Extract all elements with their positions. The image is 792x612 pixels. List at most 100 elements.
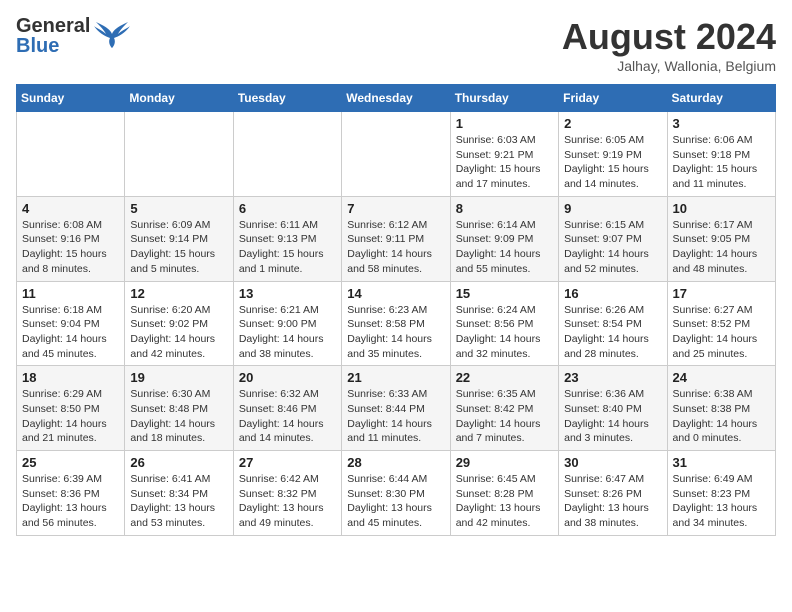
day-number: 23 bbox=[564, 370, 661, 385]
day-number: 1 bbox=[456, 116, 553, 131]
day-number: 22 bbox=[456, 370, 553, 385]
day-number: 28 bbox=[347, 455, 444, 470]
day-info: Sunrise: 6:38 AM Sunset: 8:38 PM Dayligh… bbox=[673, 387, 770, 446]
calendar-cell: 5 Sunrise: 6:09 AM Sunset: 9:14 PM Daylig… bbox=[125, 196, 233, 281]
calendar-table: SundayMondayTuesdayWednesdayThursdayFrid… bbox=[16, 84, 776, 536]
calendar-cell: 19 Sunrise: 6:30 AM Sunset: 8:48 PM Dayli… bbox=[125, 366, 233, 451]
day-number: 27 bbox=[239, 455, 336, 470]
day-header-sunday: Sunday bbox=[17, 85, 125, 112]
day-number: 29 bbox=[456, 455, 553, 470]
logo-bird-icon bbox=[94, 20, 130, 53]
day-number: 17 bbox=[673, 286, 770, 301]
day-number: 12 bbox=[130, 286, 227, 301]
calendar-cell: 28 Sunrise: 6:44 AM Sunset: 8:30 PM Dayli… bbox=[342, 451, 450, 536]
day-number: 3 bbox=[673, 116, 770, 131]
day-info: Sunrise: 6:27 AM Sunset: 8:52 PM Dayligh… bbox=[673, 303, 770, 362]
day-number: 19 bbox=[130, 370, 227, 385]
day-info: Sunrise: 6:20 AM Sunset: 9:02 PM Dayligh… bbox=[130, 303, 227, 362]
calendar-cell bbox=[342, 112, 450, 197]
calendar-cell: 16 Sunrise: 6:26 AM Sunset: 8:54 PM Dayli… bbox=[559, 281, 667, 366]
day-info: Sunrise: 6:35 AM Sunset: 8:42 PM Dayligh… bbox=[456, 387, 553, 446]
day-number: 6 bbox=[239, 201, 336, 216]
calendar-cell: 3 Sunrise: 6:06 AM Sunset: 9:18 PM Daylig… bbox=[667, 112, 775, 197]
day-info: Sunrise: 6:17 AM Sunset: 9:05 PM Dayligh… bbox=[673, 218, 770, 277]
day-info: Sunrise: 6:49 AM Sunset: 8:23 PM Dayligh… bbox=[673, 472, 770, 531]
day-info: Sunrise: 6:09 AM Sunset: 9:14 PM Dayligh… bbox=[130, 218, 227, 277]
day-info: Sunrise: 6:14 AM Sunset: 9:09 PM Dayligh… bbox=[456, 218, 553, 277]
day-info: Sunrise: 6:41 AM Sunset: 8:34 PM Dayligh… bbox=[130, 472, 227, 531]
day-info: Sunrise: 6:12 AM Sunset: 9:11 PM Dayligh… bbox=[347, 218, 444, 277]
day-number: 20 bbox=[239, 370, 336, 385]
day-number: 8 bbox=[456, 201, 553, 216]
calendar-cell: 29Sunrise: 6:45 AM Sunset: 8:28 PM Dayli… bbox=[450, 451, 558, 536]
day-number: 30 bbox=[564, 455, 661, 470]
calendar-cell: 27 Sunrise: 6:42 AM Sunset: 8:32 PM Dayli… bbox=[233, 451, 341, 536]
calendar-cell: 4Sunrise: 6:08 AM Sunset: 9:16 PM Daylig… bbox=[17, 196, 125, 281]
calendar-cell: 17 Sunrise: 6:27 AM Sunset: 8:52 PM Dayli… bbox=[667, 281, 775, 366]
day-info: Sunrise: 6:33 AM Sunset: 8:44 PM Dayligh… bbox=[347, 387, 444, 446]
calendar-cell: 15 Sunrise: 6:24 AM Sunset: 8:56 PM Dayli… bbox=[450, 281, 558, 366]
day-number: 11 bbox=[22, 286, 119, 301]
calendar-cell: 22 Sunrise: 6:35 AM Sunset: 8:42 PM Dayli… bbox=[450, 366, 558, 451]
day-info: Sunrise: 6:29 AM Sunset: 8:50 PM Dayligh… bbox=[22, 387, 119, 446]
day-info: Sunrise: 6:30 AM Sunset: 8:48 PM Dayligh… bbox=[130, 387, 227, 446]
week-row-4: 18 Sunrise: 6:29 AM Sunset: 8:50 PM Dayli… bbox=[17, 366, 776, 451]
day-number: 24 bbox=[673, 370, 770, 385]
week-row-5: 25Sunrise: 6:39 AM Sunset: 8:36 PM Dayli… bbox=[17, 451, 776, 536]
day-number: 15 bbox=[456, 286, 553, 301]
logo-blue: Blue bbox=[16, 36, 90, 56]
calendar-cell: 1Sunrise: 6:03 AM Sunset: 9:21 PM Daylig… bbox=[450, 112, 558, 197]
week-row-1: 1Sunrise: 6:03 AM Sunset: 9:21 PM Daylig… bbox=[17, 112, 776, 197]
calendar-cell: 20Sunrise: 6:32 AM Sunset: 8:46 PM Dayli… bbox=[233, 366, 341, 451]
calendar-cell: 12 Sunrise: 6:20 AM Sunset: 9:02 PM Dayli… bbox=[125, 281, 233, 366]
calendar-cell: 9 Sunrise: 6:15 AM Sunset: 9:07 PM Daylig… bbox=[559, 196, 667, 281]
day-info: Sunrise: 6:23 AM Sunset: 8:58 PM Dayligh… bbox=[347, 303, 444, 362]
day-header-wednesday: Wednesday bbox=[342, 85, 450, 112]
day-info: Sunrise: 6:18 AM Sunset: 9:04 PM Dayligh… bbox=[22, 303, 119, 362]
location: Jalhay, Wallonia, Belgium bbox=[562, 58, 776, 74]
day-info: Sunrise: 6:15 AM Sunset: 9:07 PM Dayligh… bbox=[564, 218, 661, 277]
day-info: Sunrise: 6:08 AM Sunset: 9:16 PM Dayligh… bbox=[22, 218, 119, 277]
day-header-monday: Monday bbox=[125, 85, 233, 112]
day-info: Sunrise: 6:26 AM Sunset: 8:54 PM Dayligh… bbox=[564, 303, 661, 362]
logo-text: General Blue bbox=[16, 16, 90, 56]
day-header-thursday: Thursday bbox=[450, 85, 558, 112]
day-info: Sunrise: 6:42 AM Sunset: 8:32 PM Dayligh… bbox=[239, 472, 336, 531]
day-number: 14 bbox=[347, 286, 444, 301]
day-number: 10 bbox=[673, 201, 770, 216]
calendar-cell: 2Sunrise: 6:05 AM Sunset: 9:19 PM Daylig… bbox=[559, 112, 667, 197]
day-info: Sunrise: 6:11 AM Sunset: 9:13 PM Dayligh… bbox=[239, 218, 336, 277]
day-info: Sunrise: 6:24 AM Sunset: 8:56 PM Dayligh… bbox=[456, 303, 553, 362]
calendar-cell: 23 Sunrise: 6:36 AM Sunset: 8:40 PM Dayli… bbox=[559, 366, 667, 451]
day-number: 5 bbox=[130, 201, 227, 216]
day-number: 7 bbox=[347, 201, 444, 216]
calendar-cell: 13Sunrise: 6:21 AM Sunset: 9:00 PM Dayli… bbox=[233, 281, 341, 366]
title-area: August 2024 Jalhay, Wallonia, Belgium bbox=[562, 16, 776, 74]
calendar-cell: 24 Sunrise: 6:38 AM Sunset: 8:38 PM Dayli… bbox=[667, 366, 775, 451]
calendar-cell bbox=[233, 112, 341, 197]
day-number: 16 bbox=[564, 286, 661, 301]
calendar-cell: 26 Sunrise: 6:41 AM Sunset: 8:34 PM Dayli… bbox=[125, 451, 233, 536]
calendar-cell bbox=[125, 112, 233, 197]
calendar-cell: 7 Sunrise: 6:12 AM Sunset: 9:11 PM Daylig… bbox=[342, 196, 450, 281]
day-info: Sunrise: 6:36 AM Sunset: 8:40 PM Dayligh… bbox=[564, 387, 661, 446]
calendar-cell: 8 Sunrise: 6:14 AM Sunset: 9:09 PM Daylig… bbox=[450, 196, 558, 281]
day-info: Sunrise: 6:44 AM Sunset: 8:30 PM Dayligh… bbox=[347, 472, 444, 531]
day-number: 26 bbox=[130, 455, 227, 470]
calendar-cell: 10 Sunrise: 6:17 AM Sunset: 9:05 PM Dayli… bbox=[667, 196, 775, 281]
calendar-cell: 21Sunrise: 6:33 AM Sunset: 8:44 PM Dayli… bbox=[342, 366, 450, 451]
calendar-cell: 6 Sunrise: 6:11 AM Sunset: 9:13 PM Daylig… bbox=[233, 196, 341, 281]
calendar-cell: 14 Sunrise: 6:23 AM Sunset: 8:58 PM Dayli… bbox=[342, 281, 450, 366]
day-number: 18 bbox=[22, 370, 119, 385]
week-row-2: 4Sunrise: 6:08 AM Sunset: 9:16 PM Daylig… bbox=[17, 196, 776, 281]
day-info: Sunrise: 6:39 AM Sunset: 8:36 PM Dayligh… bbox=[22, 472, 119, 531]
week-row-3: 11 Sunrise: 6:18 AM Sunset: 9:04 PM Dayli… bbox=[17, 281, 776, 366]
logo: General Blue bbox=[16, 16, 130, 56]
day-info: Sunrise: 6:06 AM Sunset: 9:18 PM Dayligh… bbox=[673, 133, 770, 192]
calendar-cell: 31Sunrise: 6:49 AM Sunset: 8:23 PM Dayli… bbox=[667, 451, 775, 536]
page-header: General Blue August 2024 Jalhay, Walloni… bbox=[16, 16, 776, 74]
day-number: 9 bbox=[564, 201, 661, 216]
day-header-tuesday: Tuesday bbox=[233, 85, 341, 112]
day-number: 13 bbox=[239, 286, 336, 301]
calendar-cell: 18 Sunrise: 6:29 AM Sunset: 8:50 PM Dayli… bbox=[17, 366, 125, 451]
